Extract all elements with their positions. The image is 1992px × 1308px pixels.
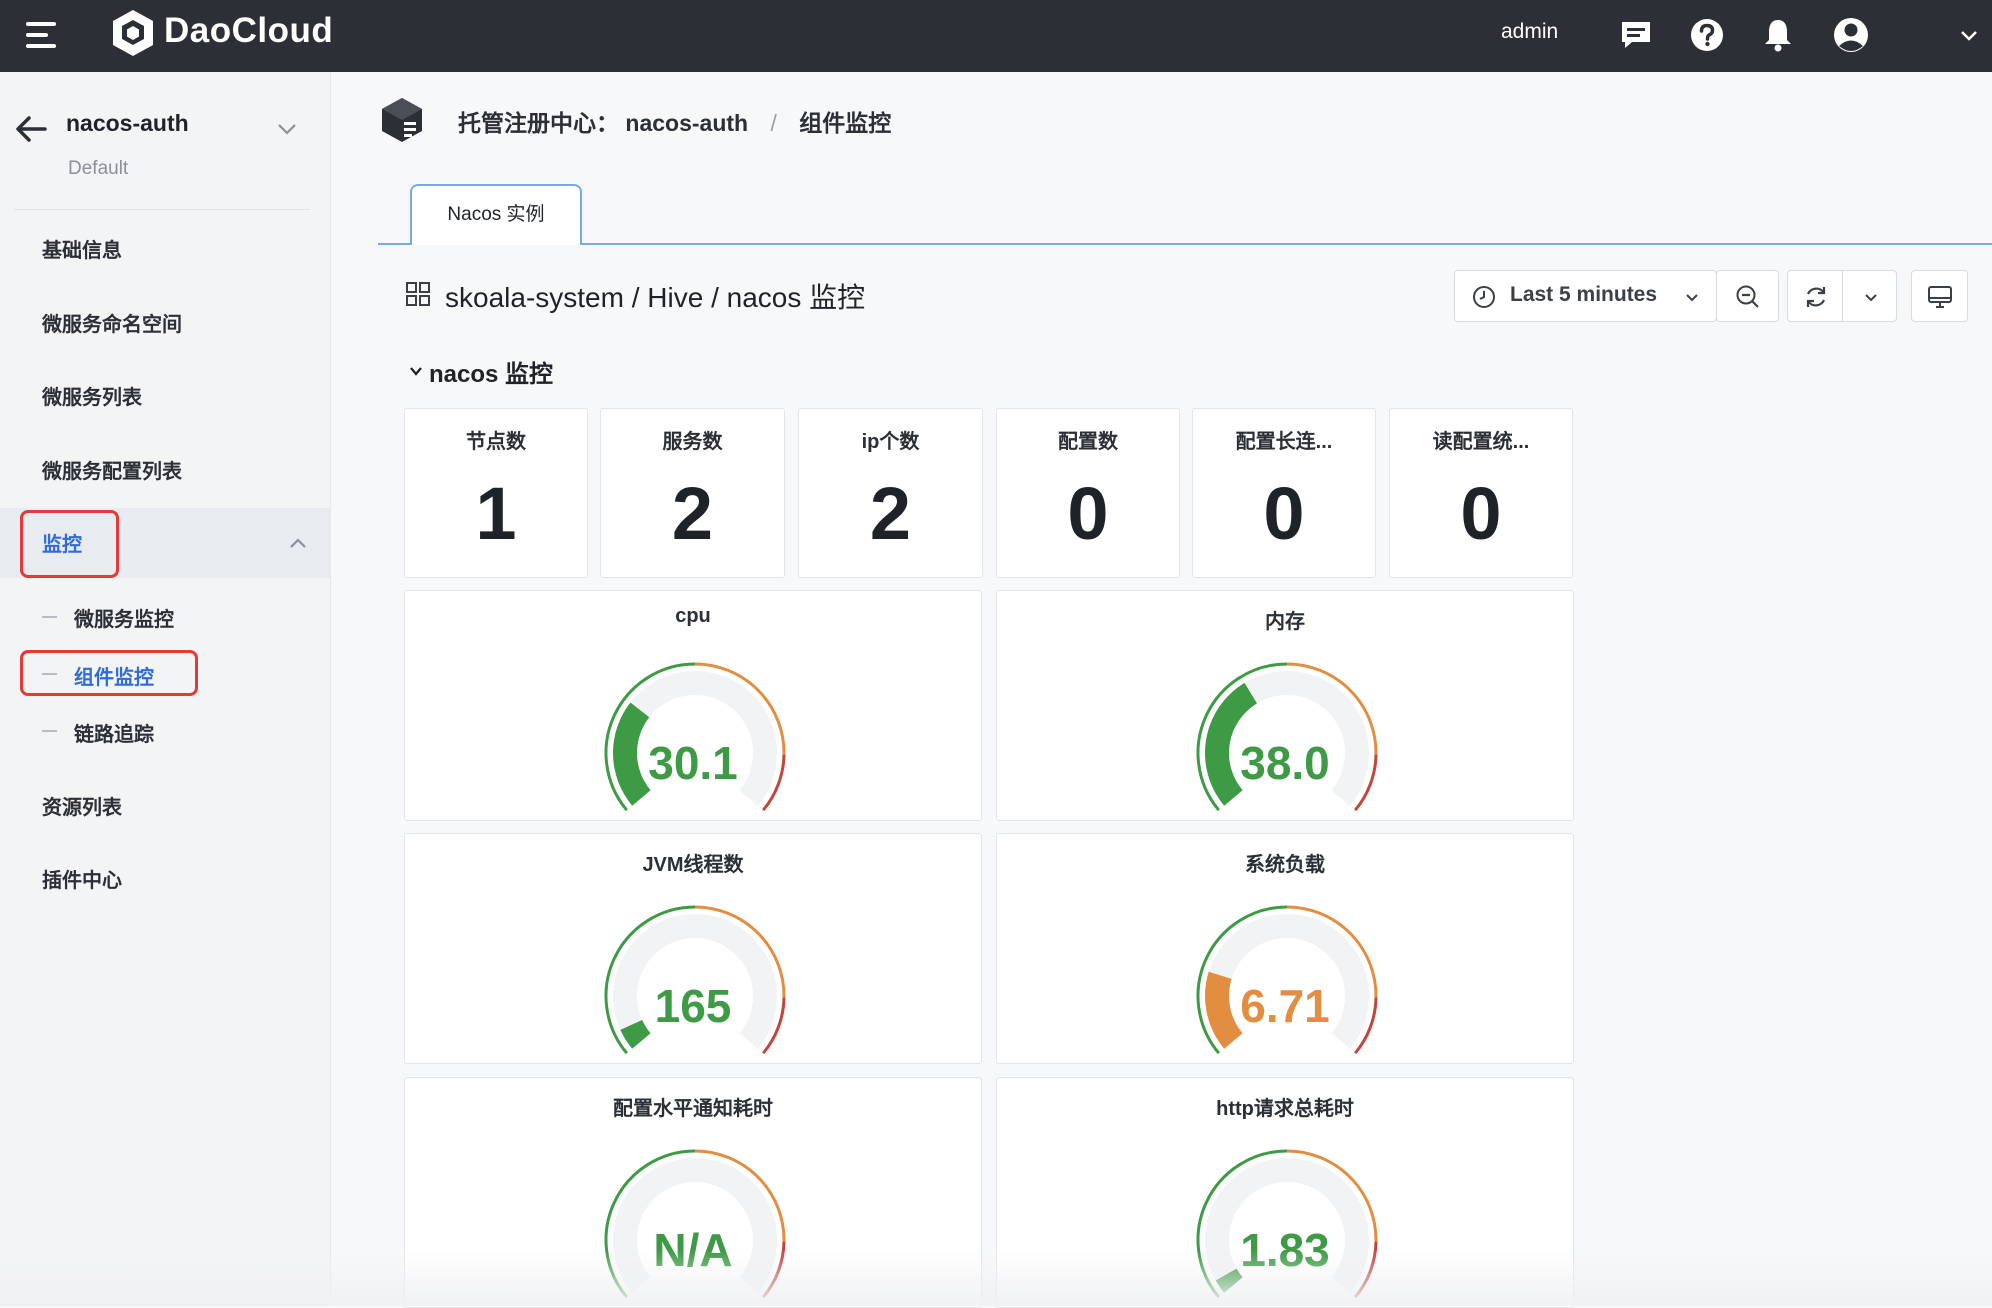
stat-label: 节点数 [466,431,526,453]
gauge-value: 165 [654,980,732,1032]
gauge-panel-cpu[interactable]: cpu 30.1 [404,590,982,821]
user-avatar-icon[interactable] [1831,15,1871,55]
divider [14,209,310,210]
sidebar-item-resources[interactable]: 资源列表 [42,791,122,820]
stat-panel-read-config[interactable]: 读配置统... 0 [1389,408,1573,578]
chevron-down-icon [1686,294,1698,302]
stat-panel-configs[interactable]: 配置数 0 [996,408,1180,578]
zoom-out-icon [1736,285,1759,308]
stat-label: 读配置统... [1432,431,1530,453]
gauge-value: 6.71 [1240,980,1330,1032]
stat-value: 1 [475,472,517,555]
tv-icon [1928,286,1952,308]
sidebar-subitem-service-monitor[interactable]: 微服务监控 [74,603,174,632]
gauge-title: 系统负载 [1245,854,1325,876]
gauge-panel-jvm-threads[interactable]: JVM线程数 165 [404,833,982,1064]
breadcrumb-instance[interactable]: nacos-auth [625,110,748,136]
sidebar-subitem-tracing[interactable]: 链路追踪 [74,718,154,747]
refresh-button[interactable] [1787,270,1897,322]
stat-label: 配置数 [1058,431,1118,453]
zoom-out-button[interactable] [1716,270,1779,322]
sidebar-item-namespace[interactable]: 微服务命名空间 [42,308,182,337]
stat-label: 配置长连... [1235,431,1333,453]
gauge-panel-memory[interactable]: 内存 38.0 [996,590,1574,821]
tab-nacos-instance[interactable]: Nacos 实例 [410,184,582,245]
chevron-down-icon[interactable] [1958,24,1980,46]
cube-icon [382,98,422,142]
app-namespace: Default [68,158,129,179]
dash-marker [42,730,57,732]
stat-panel-nodes[interactable]: 节点数 1 [404,408,588,578]
stat-value: 2 [869,472,912,555]
gauge-title: JVM线程数 [642,854,744,876]
top-bar: DaoCloud admin [0,0,1992,72]
refresh-icon [1806,287,1826,307]
daocloud-logo-icon[interactable] [110,8,156,58]
stat-value: 0 [1067,472,1109,555]
chevron-down-icon[interactable] [274,116,300,142]
tab-underline [378,243,1992,245]
sidebar-item-service-list[interactable]: 微服务列表 [42,381,142,410]
chevron-down-icon[interactable] [1863,289,1879,305]
gauge-panel-http-latency[interactable]: http请求总耗时 1.83 [996,1077,1574,1308]
stat-panel-services[interactable]: 服务数 2 [600,408,785,578]
stat-value: 2 [671,472,714,555]
gauge-value: 30.1 [648,737,738,789]
breadcrumb: 托管注册中心： nacos-auth / 组件监控 [458,104,891,138]
sidebar-item-plugins[interactable]: 插件中心 [42,864,122,893]
gauge-panel-config-notify-latency[interactable]: 配置水平通知耗时 N/A [404,1077,982,1308]
breadcrumb-current: 组件监控 [799,110,892,136]
user-name[interactable]: admin [1501,19,1558,45]
app-name[interactable]: nacos-auth [66,110,189,137]
stat-value: 0 [1460,472,1502,555]
tv-mode-button[interactable] [1911,270,1968,322]
gauge-title: 内存 [1265,611,1305,633]
stat-panel-config-connections[interactable]: 配置长连... 0 [1192,408,1376,578]
highlight-box [20,510,119,578]
stat-value: 0 [1263,472,1305,555]
message-icon[interactable] [1617,16,1655,54]
time-range-label[interactable]: Last 5 minutes [1510,283,1657,307]
back-arrow-icon[interactable] [14,114,48,144]
chevron-down-icon[interactable] [409,364,423,378]
gauge-value: 38.0 [1240,737,1330,789]
stat-label: ip个数 [861,431,920,453]
gauge-value: N/A [653,1224,733,1276]
dashboard-title[interactable]: skoala-system / Hive / nacos 监控 [445,276,865,316]
sidebar: nacos-auth Default 基础信息 微服务命名空间 微服务列表 微服… [0,72,331,1306]
stat-panel-ip-count[interactable]: ip个数 2 [798,408,983,578]
chevron-up-icon[interactable] [286,532,310,556]
breadcrumb-root[interactable]: 托管注册中心： [458,110,619,136]
stat-label: 服务数 [662,431,723,453]
gauge-value: 1.83 [1240,1224,1330,1276]
dash-marker [42,616,57,618]
row-title[interactable]: nacos 监控 [429,354,553,389]
highlight-box [20,650,198,696]
brand-name[interactable]: DaoCloud [164,10,333,52]
breadcrumb-separator: / [770,110,777,136]
gauge-title: http请求总耗时 [1216,1098,1354,1120]
help-icon[interactable] [1688,16,1726,54]
grid-icon[interactable] [406,282,430,306]
clock-icon [1473,286,1495,308]
gauge-panel-system-load[interactable]: 系统负载 6.71 [996,833,1574,1064]
sidebar-item-config-list[interactable]: 微服务配置列表 [42,455,182,484]
bell-icon[interactable] [1759,16,1797,54]
sidebar-item-basic-info[interactable]: 基础信息 [42,234,122,263]
gauge-title: 配置水平通知耗时 [613,1098,773,1120]
menu-icon[interactable] [26,22,56,48]
gauge-title: cpu [675,605,711,627]
